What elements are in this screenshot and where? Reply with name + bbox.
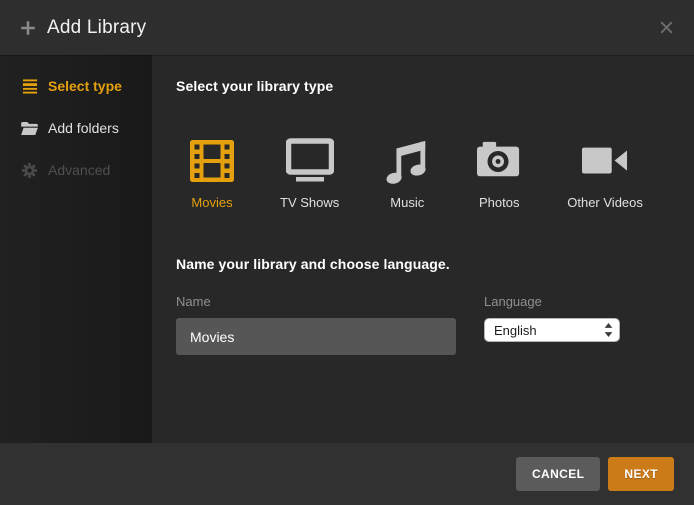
select-stepper-icon [604,323,613,337]
gear-icon [21,162,38,178]
sidebar-item-label: Select type [48,78,122,94]
type-option-tv-shows[interactable]: TV Shows [280,138,339,210]
dialog-header: Add Library [0,0,694,55]
sidebar-item-add-folders[interactable]: Add folders [0,107,152,149]
type-option-photos[interactable]: Photos [475,138,523,210]
sidebar-item-advanced: Advanced [0,149,152,191]
fields-row: Name Language English [176,294,670,355]
type-option-music[interactable]: Music [383,138,431,210]
language-field-label: Language [484,294,620,309]
language-select[interactable]: English [484,318,620,342]
plus-icon [20,20,36,36]
name-field-group: Name [176,294,456,355]
select-type-icon [21,78,38,94]
library-type-picker: Movies TV Shows [188,138,670,210]
wizard-steps-sidebar: Select type Add folders [0,55,152,443]
type-label: Movies [191,195,232,210]
main-panel: Select your library type [152,55,694,443]
type-option-movies[interactable]: Movies [188,138,236,210]
folder-icon [21,120,38,136]
tv-shows-icon [286,138,334,184]
sidebar-item-label: Add folders [48,120,119,136]
name-section-heading: Name your library and choose language. [176,256,670,272]
movies-icon [188,138,236,184]
cancel-button[interactable]: CANCEL [516,457,600,491]
close-icon[interactable] [658,20,674,36]
next-button[interactable]: NEXT [608,457,674,491]
type-label: Other Videos [567,195,643,210]
name-field-label: Name [176,294,456,309]
other-videos-icon [581,138,629,184]
type-section-heading: Select your library type [176,78,670,94]
photos-icon [475,138,523,184]
type-label: Music [390,195,424,210]
dialog-body: Select type Add folders [0,55,694,443]
type-option-other-videos[interactable]: Other Videos [567,138,643,210]
music-icon [383,138,431,184]
sidebar-item-select-type[interactable]: Select type [0,65,152,107]
language-select-value: English [494,323,604,338]
add-library-dialog: Add Library [0,0,694,505]
dialog-title: Add Library [47,17,146,39]
type-label: Photos [479,195,519,210]
sidebar-item-label: Advanced [48,162,110,178]
dialog-footer: CANCEL NEXT [0,443,694,505]
language-field-group: Language English [484,294,620,355]
type-label: TV Shows [280,195,339,210]
library-name-input[interactable] [176,318,456,355]
